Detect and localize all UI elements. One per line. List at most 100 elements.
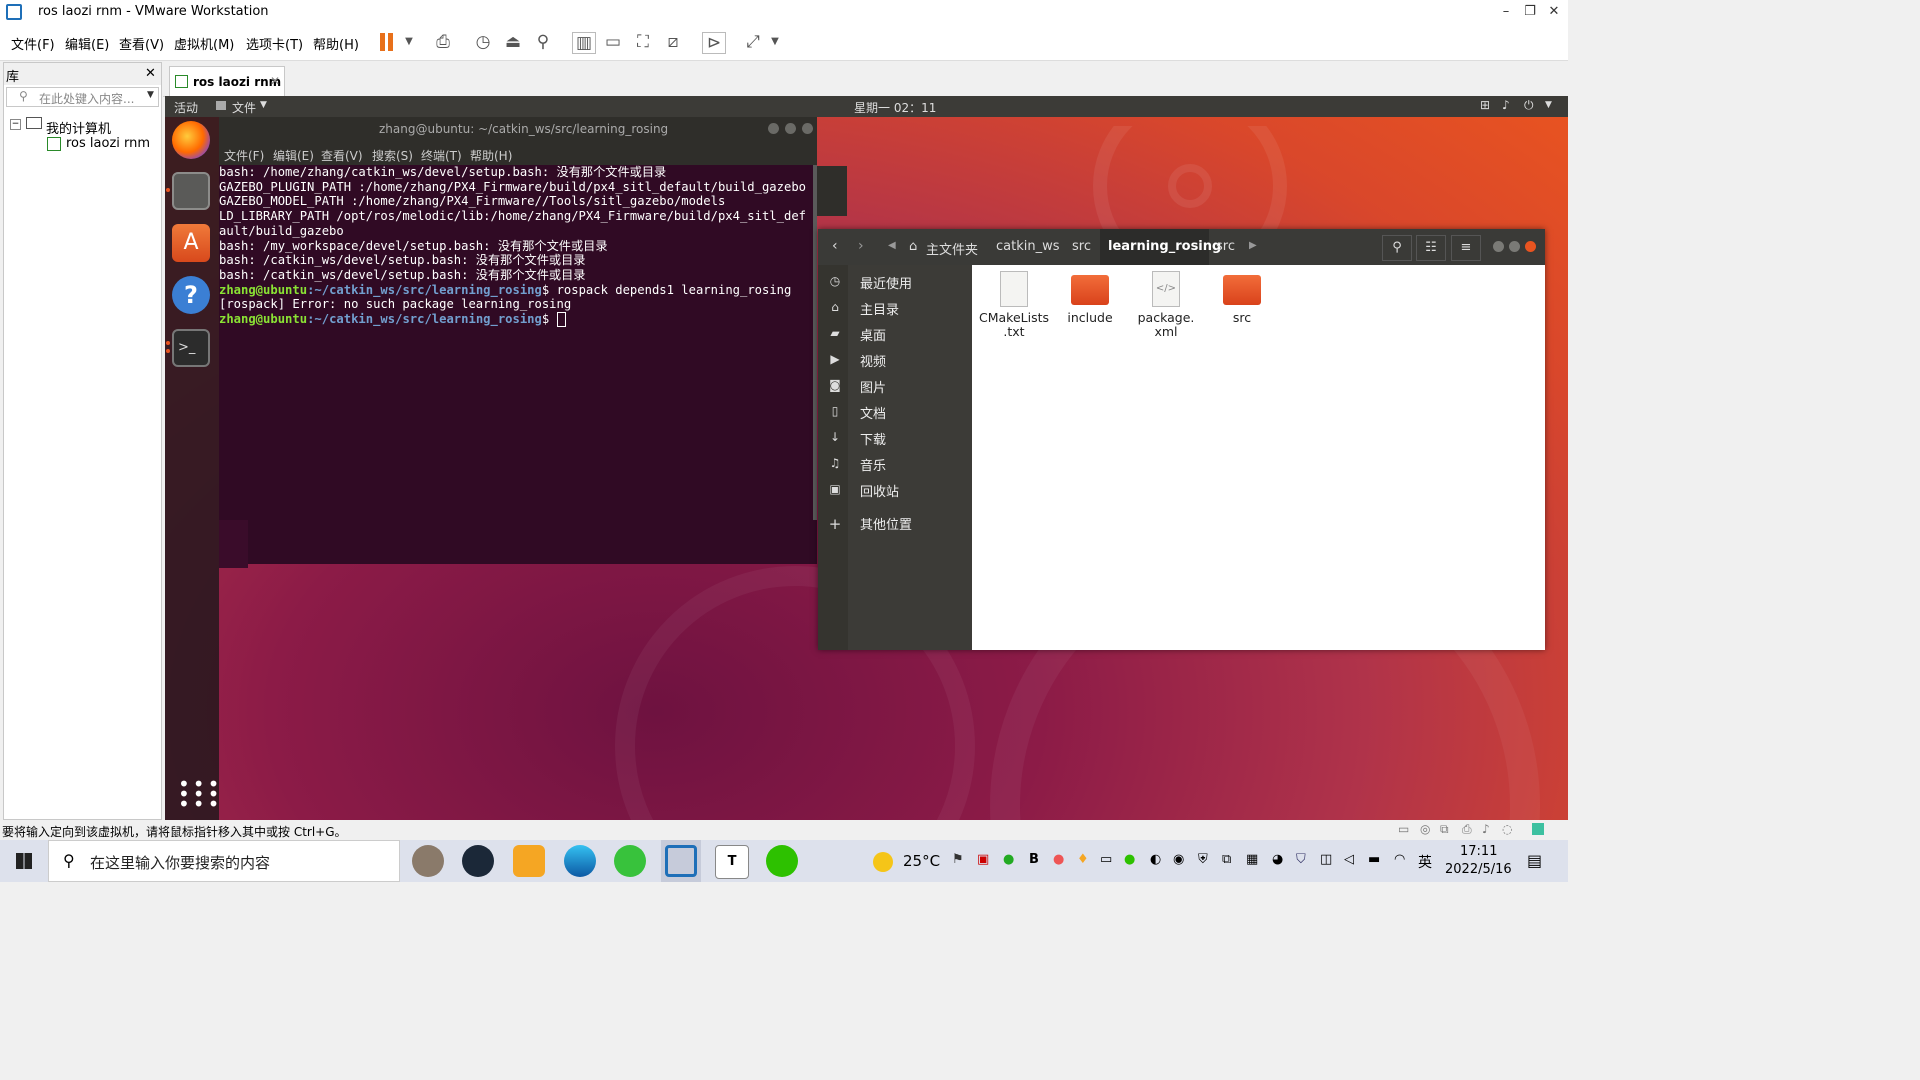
stretch-icon[interactable]: ⤢ [742,32,764,52]
taskbar-time[interactable]: 17:11 [1460,844,1497,859]
console-view-icon[interactable]: ⊳ [702,32,726,54]
files-icon[interactable] [172,172,210,210]
usb-icon[interactable]: ◌ [1502,822,1512,836]
revert-snapshot-icon[interactable]: ⏏ [502,32,524,52]
crumb-scroll-right-icon[interactable]: ▶ [1249,240,1257,251]
tray-app-icon[interactable]: ⚑ [952,852,964,867]
tray-app-icon[interactable]: ▣ [977,852,989,867]
maximize-button[interactable]: ❐ [1518,2,1542,22]
tree-vm-item[interactable]: ros laozi rnm [66,136,150,151]
terminal-icon[interactable]: >_ [172,329,210,367]
taskbar-date[interactable]: 2022/5/16 [1445,862,1512,877]
tray-app-icon[interactable]: ▭ [1100,852,1112,867]
clock[interactable]: 星期一 02：11 [854,99,936,116]
files-close-button[interactable] [1525,241,1536,252]
app-menu[interactable]: 文件 [232,99,256,116]
steam-icon[interactable] [462,845,494,877]
files-window[interactable]: ‹ › ◀ ⌂ 主文件夹 catkin_ws src learning_rosi… [818,229,1545,650]
vm-tab[interactable]: ros laozi rnm ✕ [169,66,285,97]
menu-edit[interactable]: 编辑(E) [65,34,109,53]
terminal-maximize-button[interactable] [785,123,796,134]
crumb-scroll-left-icon[interactable]: ◀ [888,240,896,251]
security-icon[interactable]: ⛨ [1198,852,1208,867]
volume-icon[interactable]: ◁ [1344,852,1354,867]
terminal-menu-terminal[interactable]: 终端(T) [421,147,462,164]
view-options-icon[interactable]: ☷ [1416,235,1446,261]
pause-icon[interactable] [388,33,393,51]
terminal-minimize-button[interactable] [768,123,779,134]
avatar-app-icon[interactable] [412,845,444,877]
chevron-down-icon[interactable]: ▼ [260,100,267,110]
file-item-package-xml[interactable]: </> package. xml [1130,271,1202,339]
snapshot-icon[interactable]: ◷ [472,32,494,52]
tray-app-icon[interactable]: ♦ [1077,852,1089,867]
forward-icon[interactable]: › [858,238,864,254]
sidebar-item-music[interactable]: 音乐 [860,455,886,474]
sidebar-item-other-locations[interactable]: 其他位置 [860,514,912,533]
minimize-button[interactable]: – [1494,2,1518,22]
tray-app-icon[interactable]: ⧉ [1222,852,1231,867]
cd-icon[interactable]: ◎ [1420,822,1430,836]
crumb-src[interactable]: src [1072,239,1091,254]
software-center-icon[interactable]: A [172,224,210,262]
firefox-icon[interactable] [172,121,210,159]
wechat-icon[interactable] [766,845,798,877]
steam-tray-icon[interactable]: ◉ [1173,852,1184,867]
shield-icon[interactable]: ⛉ [1296,852,1306,867]
sidebar-item-trash[interactable]: 回收站 [860,481,899,500]
tray-app-icon[interactable]: ● [1124,852,1135,867]
tray-app-icon[interactable]: ● [1003,852,1014,867]
chevron-down-icon[interactable]: ▼ [398,32,420,52]
sidebar-item-pictures[interactable]: 图片 [860,377,886,396]
tray-app-icon[interactable]: ◐ [1150,852,1161,867]
sidebar-item-desktop[interactable]: 桌面 [860,325,886,344]
tray-app-icon[interactable]: ◫ [1320,852,1332,867]
crumb-home[interactable]: 主文件夹 [926,239,978,258]
sound-icon[interactable]: ♪ [1482,822,1490,836]
chevron-down-icon[interactable]: ▼ [764,32,786,52]
activities-button[interactable]: 活动 [174,99,198,116]
message-icon[interactable] [1532,823,1544,835]
help-icon[interactable]: ? [172,276,210,314]
battery-icon[interactable]: ▬ [1368,852,1380,867]
sidebar-item-documents[interactable]: 文档 [860,403,886,422]
thumbnail-bar-icon[interactable]: ▭ [602,32,624,52]
show-library-icon[interactable]: ▥ [572,32,596,54]
qq-icon[interactable]: ◕ [1272,852,1283,867]
terminal-scrollbar[interactable] [813,165,817,520]
menu-vm[interactable]: 虚拟机(M) [174,34,234,53]
edge-icon[interactable] [564,845,596,877]
terminal-window[interactable]: zhang@ubuntu: ~/catkin_ws/src/learning_r… [219,117,817,564]
back-icon[interactable]: ‹ [832,238,838,254]
terminal-menu-view[interactable]: 查看(V) [321,147,363,164]
taskbar-search-input[interactable]: ⚲ 在这里输入你要搜索的内容 [48,840,400,882]
terminal-menu-edit[interactable]: 编辑(E) [273,147,314,164]
terminal-close-button[interactable] [802,123,813,134]
sidebar-item-home[interactable]: 主目录 [860,299,899,318]
show-apps-icon[interactable]: ••• ••• ••• [178,774,219,814]
files-minimize-button[interactable] [1493,241,1504,252]
send-ctrl-alt-del-icon[interactable]: ⎙ [432,32,454,52]
fullscreen-icon[interactable]: ⛶ [632,32,654,52]
flame-app-icon[interactable] [513,845,545,877]
hard-disk-icon[interactable]: ▭ [1398,822,1409,836]
file-item-cmakelists[interactable]: CMakeLists .txt [978,271,1050,339]
tray-app-icon[interactable]: ● [1053,852,1064,867]
file-item-src[interactable]: src [1206,275,1278,325]
network-icon[interactable]: ⊞ [1480,98,1490,112]
printer-icon[interactable]: ⎙ [1462,822,1472,837]
terminal-output[interactable]: bash: /home/zhang/catkin_ws/devel/setup.… [219,165,817,564]
chevron-down-icon[interactable]: ▼ [147,90,154,100]
crumb-learning-rosing[interactable]: learning_rosing [1108,239,1221,254]
weather-icon[interactable] [873,852,893,872]
music-app-icon[interactable] [614,845,646,877]
ime-indicator[interactable]: 英 [1418,852,1432,872]
volume-icon[interactable]: ♪ [1502,98,1510,112]
crumb-catkin-ws[interactable]: catkin_ws [996,239,1060,254]
tray-app-icon[interactable]: B [1029,852,1039,867]
chevron-down-icon[interactable]: ▼ [1545,100,1552,110]
network-adapter-icon[interactable]: ⧉ [1440,822,1449,837]
weather-temp[interactable]: 25°C [903,852,940,870]
wifi-icon[interactable]: ◠ [1394,852,1405,867]
typora-icon[interactable]: T [715,845,749,879]
